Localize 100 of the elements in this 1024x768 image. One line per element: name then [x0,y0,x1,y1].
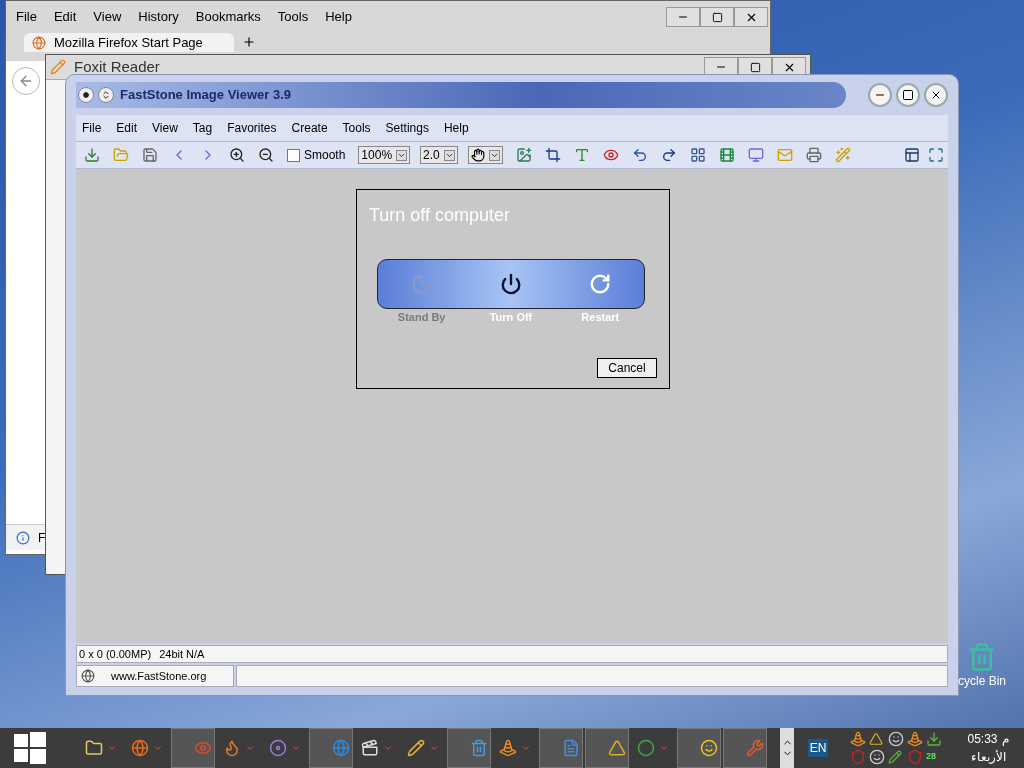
status-text: 24bit N/A [159,646,205,662]
eye-icon[interactable] [602,147,619,163]
menu-item[interactable]: File [82,119,102,137]
smiley-icon [700,739,718,757]
restart-icon[interactable] [588,273,611,295]
caret-icon [245,743,255,753]
globe-icon [81,669,95,683]
pencil-icon [50,59,66,75]
menu-item[interactable]: Favorites [227,119,277,137]
menu-item[interactable]: View [152,119,178,137]
layout-icon[interactable] [904,147,920,163]
zoom-out-icon[interactable] [258,147,274,163]
document-icon [562,739,580,757]
import-icon[interactable] [84,147,100,163]
caret-icon [383,743,393,753]
flame-icon [223,739,241,757]
menu-item[interactable]: Tools [277,7,309,27]
dropdown[interactable]: 2.0 [420,146,458,164]
smooth-checkbox[interactable]: Smooth [287,146,346,164]
caret-icon [153,743,163,753]
close-button[interactable] [924,83,948,107]
menu-item[interactable]: Edit [116,119,138,137]
menu-item[interactable]: Help [443,119,469,137]
up-down-icon [101,90,111,100]
redo-icon[interactable] [660,147,677,163]
cancel-button[interactable]: Cancel [597,357,657,378]
clapperboard-icon [361,739,379,757]
cone-icon[interactable] [907,731,923,747]
language-indicator[interactable]: EN [807,739,829,757]
shade-button[interactable] [98,87,114,103]
cone-icon [499,739,517,757]
pencil-icon[interactable] [888,750,902,764]
caret-icon [429,743,439,753]
grid-icon[interactable] [689,147,706,163]
menu-item[interactable]: Edit [53,7,77,27]
menu-item[interactable]: Tools [342,119,371,137]
menu-item[interactable]: Settings [385,119,429,137]
desktop-icon-label[interactable]: cycle Bin [958,672,1007,690]
maximize-button[interactable] [896,83,920,107]
eye-icon [194,739,212,757]
caret-icon [659,743,669,753]
download-icon[interactable] [926,731,942,747]
disc-icon [269,739,287,757]
browser-tab[interactable]: Mozilla Firefox Start Page [24,33,234,52]
hand-icon [470,148,485,162]
zoom-in-icon[interactable] [229,147,245,163]
maximize-icon [902,89,914,101]
new-tab-icon[interactable] [242,35,256,49]
menu-item[interactable]: Bookmarks [195,7,261,27]
power-icon[interactable] [500,273,522,295]
dropdown[interactable] [467,146,503,164]
text-icon[interactable] [573,147,590,163]
save-icon[interactable] [142,147,158,163]
maximize-icon [749,61,761,73]
tray-badge[interactable]: 28 [926,750,942,764]
bin-icon [470,739,488,757]
menu-item[interactable]: Help [325,7,352,27]
menu-item[interactable]: Tag [192,119,213,137]
printer-icon[interactable] [805,147,822,163]
close-icon [930,89,942,101]
menu-item[interactable]: View [93,7,122,27]
crop-icon[interactable] [544,147,561,163]
info-icon [16,530,30,545]
smiley-icon[interactable] [888,731,904,747]
menu-item[interactable]: Create [291,119,328,137]
website-link[interactable]: www.FastStone.org [76,665,234,687]
close-button[interactable] [734,7,768,27]
circle-icon [637,739,655,757]
globe-icon [332,739,350,757]
pencil-icon [407,739,425,757]
undo-icon[interactable] [631,147,648,163]
film-icon[interactable] [718,147,735,163]
taskbar-window-button[interactable] [585,728,629,768]
caret-icon [107,743,117,753]
info-text: F [38,529,46,547]
window-menu-button[interactable] [78,87,94,103]
monitor-icon[interactable] [747,147,764,163]
taskbar-window-button[interactable] [447,728,491,768]
caret-icon [443,149,455,161]
triangle-icon[interactable] [869,732,883,746]
window-title: FastStone Image Viewer 3.9 [120,86,291,105]
wrench-icon [746,739,764,757]
dot-icon [83,92,89,98]
maximize-icon [711,11,723,23]
smiley-icon[interactable] [869,749,885,765]
taskbar-window-button[interactable] [677,728,721,768]
dropdown[interactable]: 100% [358,146,411,164]
minimize-button[interactable] [868,83,892,107]
folder-icon [85,739,103,757]
close-button[interactable] [772,57,806,77]
maximize-button[interactable] [738,57,772,77]
maximize-button[interactable] [700,7,734,27]
menu-item[interactable]: File [16,7,37,27]
add-image-icon[interactable] [515,147,532,163]
globe-icon [32,35,46,50]
caret-icon [521,743,531,753]
menu-item[interactable]: History [138,7,179,27]
caret-icon [396,149,408,161]
fullscreen-icon[interactable] [928,147,944,163]
cone-icon[interactable] [850,731,866,747]
